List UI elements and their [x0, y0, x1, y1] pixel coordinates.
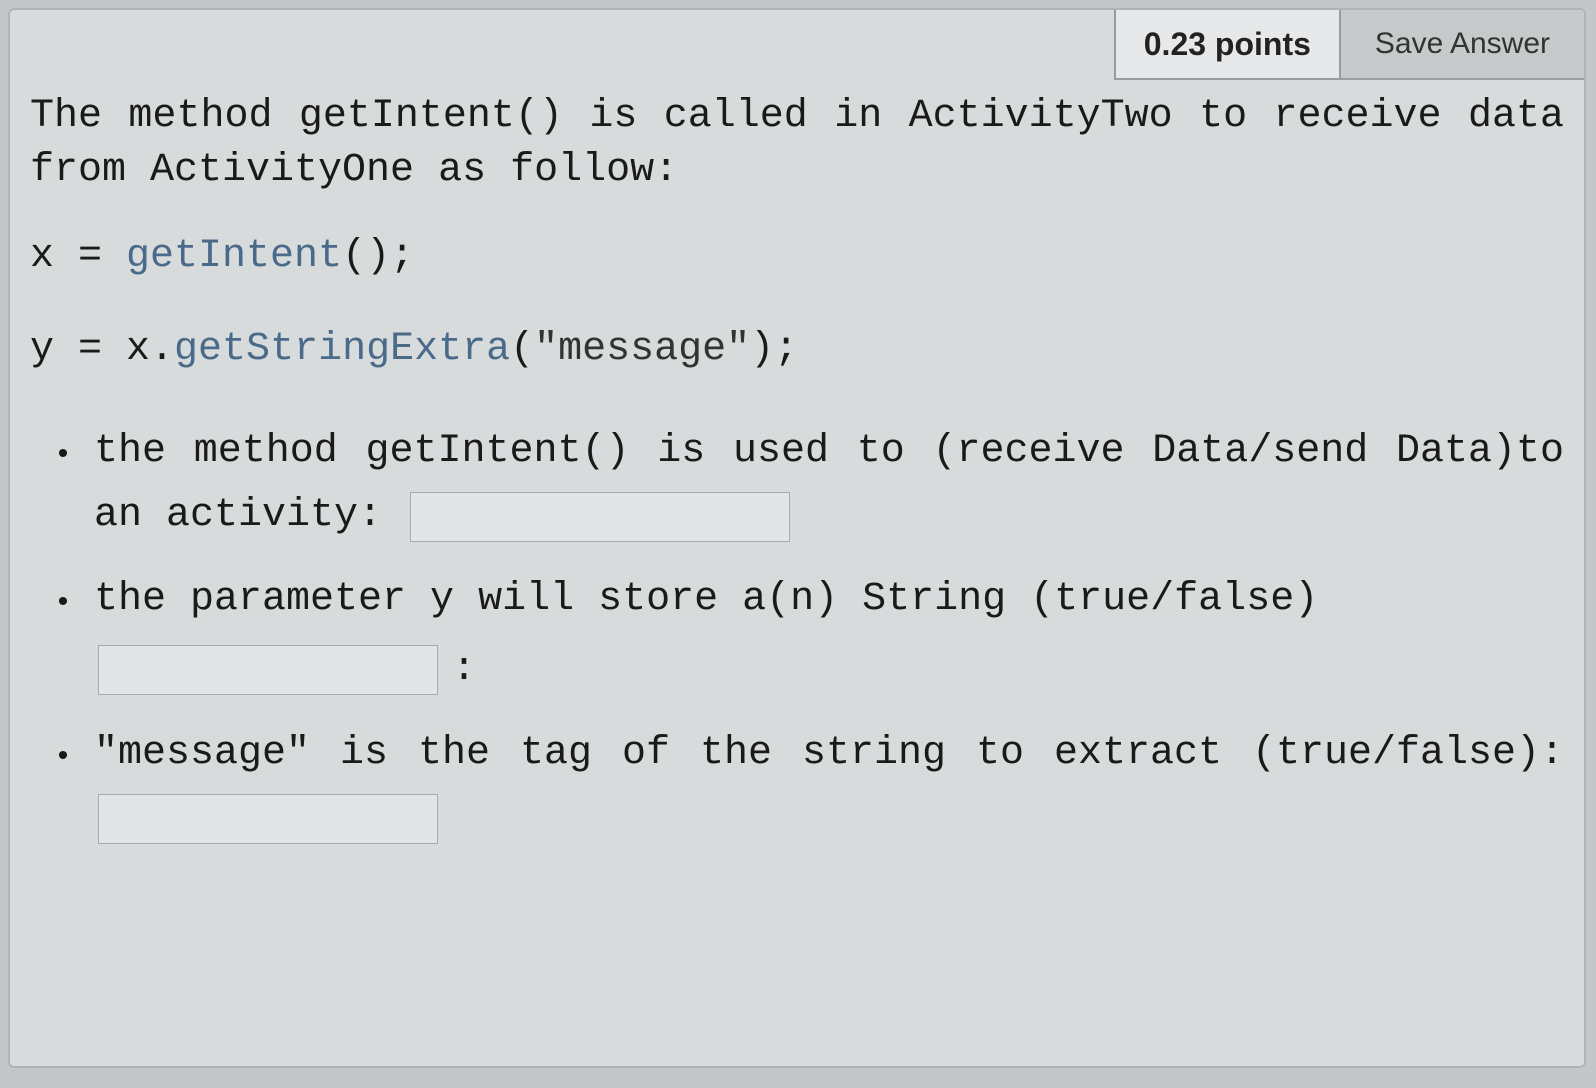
bullet-2: the parameter y will store a(n) String (…: [94, 568, 1564, 702]
code-var-y: y: [30, 327, 54, 372]
answer-input-1[interactable]: [410, 492, 790, 542]
code-open-paren: (: [510, 327, 534, 372]
code-line-1: x = getIntent();: [30, 234, 1564, 279]
points-label: 0.23 points: [1114, 10, 1339, 80]
question-body: The method getIntent() is called in Acti…: [30, 90, 1564, 1046]
bullet-1: the method getIntent() is used to (recei…: [94, 420, 1564, 548]
bullet-2-colon: :: [452, 638, 476, 702]
code-suffix-2: );: [750, 327, 798, 372]
bullet-1-text: the method getIntent() is used to (recei…: [94, 429, 1564, 538]
code-suffix-1: ();: [342, 234, 414, 279]
answer-input-2[interactable]: [98, 645, 438, 695]
bullet-2-text: the parameter y will store a(n) String (…: [94, 577, 1318, 622]
question-intro: The method getIntent() is called in Acti…: [30, 90, 1564, 198]
answer-input-3[interactable]: [98, 794, 438, 844]
code-var-x: x: [30, 234, 54, 279]
save-answer-button[interactable]: Save Answer: [1339, 10, 1584, 80]
code-fn-getintent: getIntent: [126, 234, 342, 279]
bullet-3-text: "message" is the tag of the string to ex…: [94, 731, 1564, 776]
code-str-message: "message": [534, 327, 750, 372]
bullet-3: "message" is the tag of the string to ex…: [94, 722, 1564, 850]
answer-bullets: the method getIntent() is used to (recei…: [30, 420, 1564, 850]
code-fn-getstringextra: getStringExtra: [174, 327, 510, 372]
code-line-2: y = x.getStringExtra("message");: [30, 327, 1564, 372]
code-eq-2: = x.: [54, 327, 174, 372]
header-bar: 0.23 points Save Answer: [1114, 10, 1584, 80]
question-card: 0.23 points Save Answer The method getIn…: [8, 8, 1586, 1068]
code-eq-1: =: [54, 234, 126, 279]
